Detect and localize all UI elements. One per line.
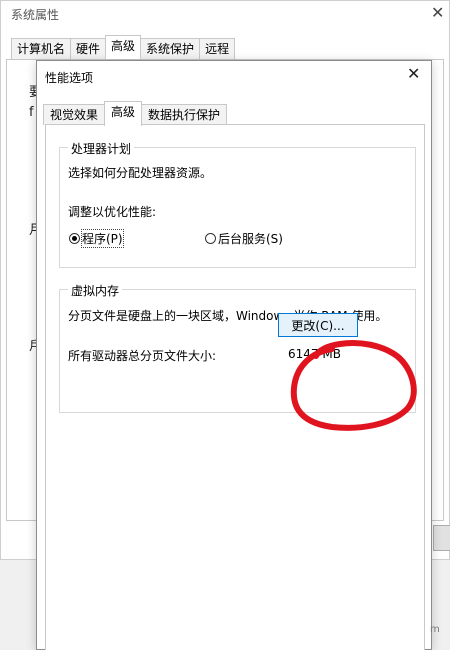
background-services-radio[interactable]: [205, 233, 216, 244]
programs-radio-label[interactable]: 程序(P): [81, 229, 124, 248]
tab-system-protection[interactable]: 系统保护: [140, 38, 201, 59]
performance-options-tabs: 视觉效果 高级 数据执行保护: [43, 101, 228, 126]
dialog-title: 性能选项: [45, 71, 94, 85]
total-paging-size-label: 所有驱动器总分页文件大小:: [68, 349, 217, 363]
tab-advanced[interactable]: 高级: [104, 101, 143, 126]
obscured-button[interactable]: [433, 525, 450, 551]
change-virtual-memory-button[interactable]: 更改(C)...: [278, 313, 358, 337]
tab-remote[interactable]: 远程: [199, 38, 236, 59]
background-services-radio-label[interactable]: 后台服务(S): [218, 230, 283, 247]
performance-options-dialog: 性能选项 ✕ 视觉效果 高级 数据执行保护 处理器计划 选择如何分配处理器资源。…: [36, 60, 432, 650]
processor-description: 选择如何分配处理器资源。: [68, 166, 213, 180]
tab-data-execution-prevention[interactable]: 数据执行保护: [141, 104, 228, 125]
programs-radio[interactable]: [69, 233, 80, 244]
obscured-group-edge: f: [29, 105, 34, 120]
tab-visual-effects[interactable]: 视觉效果: [43, 104, 106, 125]
close-icon[interactable]: ✕: [407, 64, 420, 83]
tab-hardware[interactable]: 硬件: [70, 38, 107, 59]
system-properties-tabs: 计算机名 硬件 高级 系统保护 远程: [11, 35, 236, 60]
tab-computer-name[interactable]: 计算机名: [11, 38, 72, 59]
stray-mark: m: [430, 624, 440, 635]
advanced-tab-panel: 处理器计划 选择如何分配处理器资源。 调整以优化性能: 程序(P) 后台服务(S…: [45, 124, 425, 650]
close-icon[interactable]: ✕: [431, 3, 444, 22]
virtual-memory-legend: 虚拟内存: [68, 282, 123, 299]
processor-scheduling-legend: 处理器计划: [68, 140, 135, 157]
optimize-label: 调整以优化性能:: [68, 205, 157, 219]
tab-advanced[interactable]: 高级: [105, 35, 142, 59]
screen: 系统属性 ✕ 计算机名 硬件 高级 系统保护 远程 要 f 月 戶 性能选项 ✕…: [0, 0, 450, 650]
total-paging-size-value: 6147 MB: [288, 347, 341, 361]
system-properties-title: 系统属性: [11, 8, 60, 22]
